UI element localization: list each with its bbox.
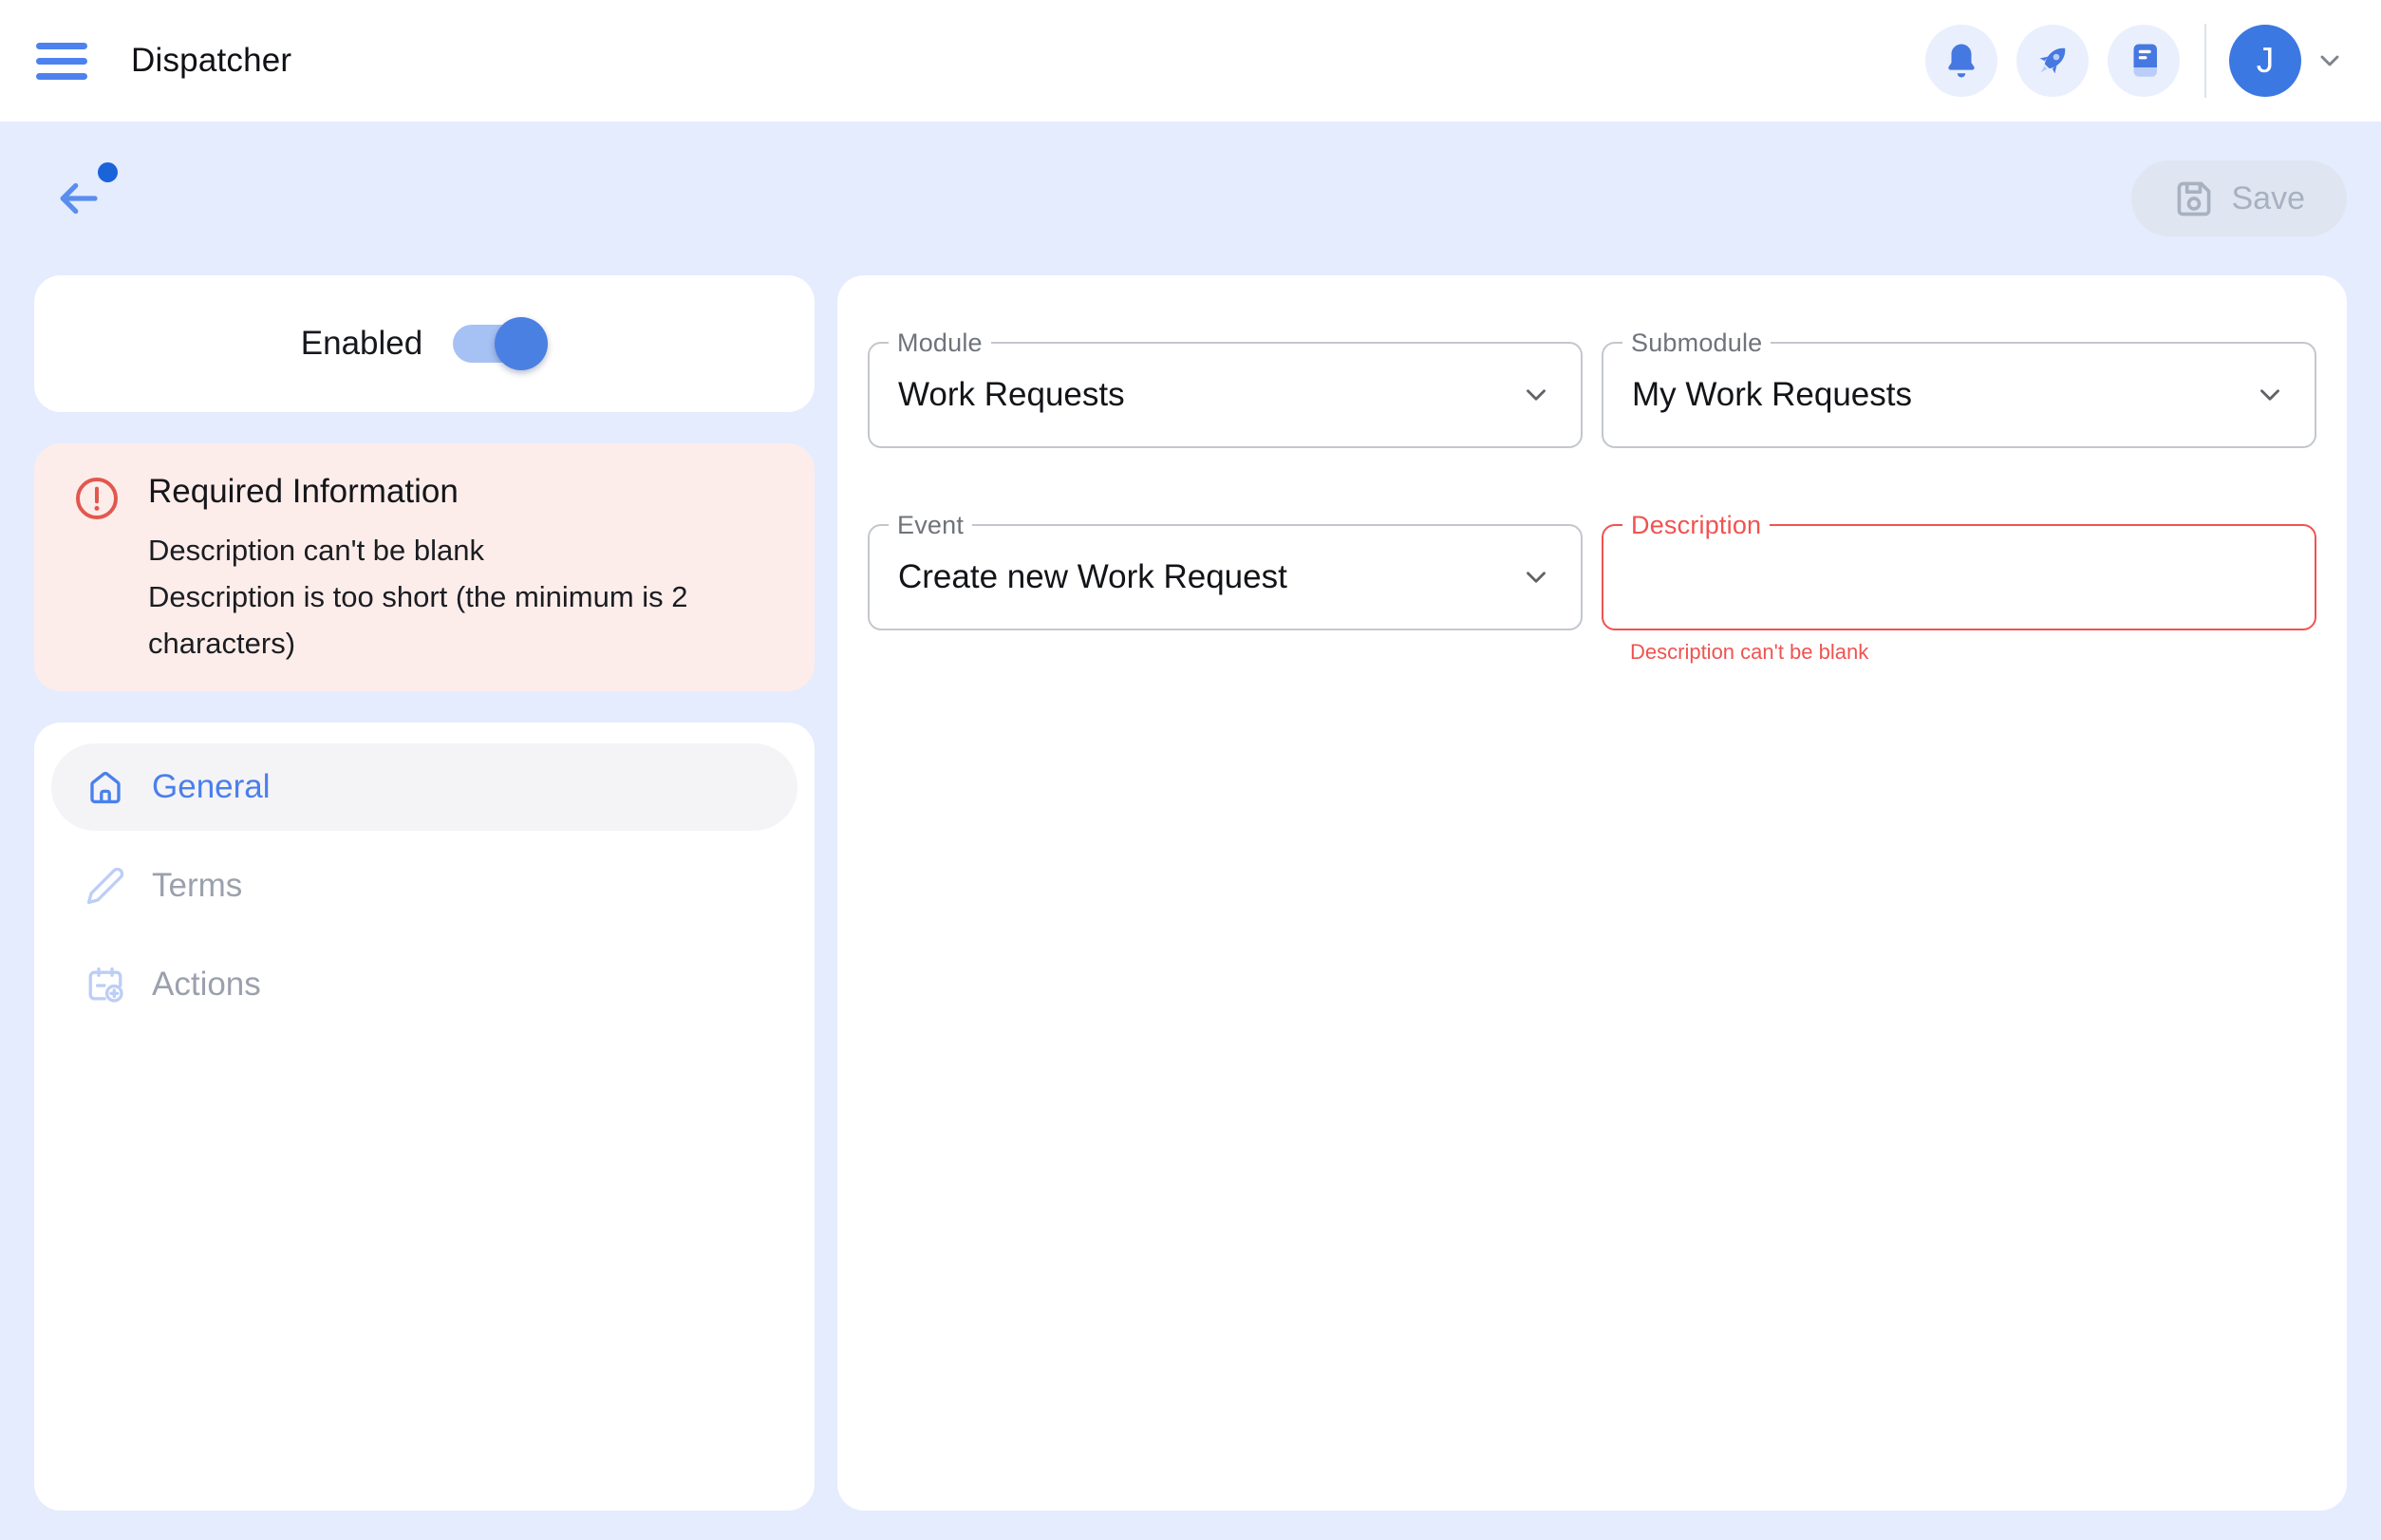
save-button-label: Save [2232, 180, 2306, 217]
nav-item-terms[interactable]: Terms [51, 842, 797, 930]
app-header: Dispatcher [0, 0, 2381, 122]
header-actions: J [1906, 24, 2345, 98]
toggle-thumb [495, 317, 548, 370]
submodule-label: Submodule [1622, 329, 1771, 357]
required-information-card: Required Information Description can't b… [34, 443, 815, 691]
avatar-initial: J [2257, 41, 2275, 81]
whats-new-button[interactable] [2016, 25, 2089, 97]
description-error-text: Description can't be blank [1630, 640, 2316, 665]
enabled-toggle[interactable] [453, 315, 548, 372]
description-input[interactable]: Description [1602, 524, 2316, 630]
nav-item-general[interactable]: General [51, 743, 797, 831]
pencil-icon [85, 866, 125, 906]
save-icon [2173, 178, 2215, 219]
chevron-down-icon [2254, 379, 2286, 411]
notebook-icon [2124, 41, 2164, 81]
page-toolbar: Save [34, 122, 2347, 275]
error-message: Description can't be blank [148, 527, 775, 573]
required-information-text: Required Information Description can't b… [148, 472, 775, 667]
module-select[interactable]: Module Work Requests [868, 342, 1583, 448]
nav-item-actions[interactable]: Actions [51, 941, 797, 1028]
chevron-down-icon [1520, 561, 1552, 593]
page-content: Save Enabled [0, 122, 2381, 1540]
nav-item-label: General [152, 768, 271, 806]
avatar[interactable]: J [2229, 25, 2301, 97]
enabled-label: Enabled [301, 325, 422, 363]
section-nav: General Terms [34, 723, 815, 1511]
unsaved-changes-dot [98, 162, 118, 182]
menu-icon[interactable] [36, 43, 87, 80]
notifications-button[interactable] [1925, 25, 1997, 97]
event-label: Event [889, 511, 972, 539]
module-value: Work Requests [898, 376, 1125, 414]
general-form-card: Module Work Requests Submodule My Work R… [837, 275, 2347, 1511]
description-cell: Description Description can't be blank [1602, 524, 2316, 665]
required-information-title: Required Information [148, 472, 775, 512]
alert-circle-icon [74, 476, 120, 521]
nav-item-label: Terms [152, 867, 242, 905]
submodule-value: My Work Requests [1632, 376, 1912, 414]
calendar-plus-icon [85, 965, 125, 1005]
home-icon [85, 767, 125, 807]
chevron-down-icon[interactable] [2315, 46, 2345, 76]
back-button[interactable] [47, 168, 108, 229]
chevron-down-icon [1520, 379, 1552, 411]
rocket-icon [2033, 41, 2072, 81]
bell-icon [1941, 41, 1981, 81]
submodule-select[interactable]: Submodule My Work Requests [1602, 342, 2316, 448]
event-select[interactable]: Event Create new Work Request [868, 524, 1583, 630]
error-message: Description is too short (the minimum is… [148, 573, 775, 667]
enabled-card: Enabled [34, 275, 815, 412]
description-label: Description [1622, 511, 1770, 539]
module-label: Module [889, 329, 991, 357]
header-divider [2204, 24, 2206, 98]
docs-button[interactable] [2108, 25, 2180, 97]
sidebar: Enabled Required Information Descript [34, 275, 815, 1511]
back-arrow-icon [52, 173, 103, 224]
page-title: Dispatcher [131, 42, 291, 80]
main-area: Enabled Required Information Descript [34, 275, 2347, 1511]
save-button[interactable]: Save [2131, 160, 2348, 236]
event-value: Create new Work Request [898, 558, 1287, 596]
nav-item-label: Actions [152, 966, 261, 1004]
